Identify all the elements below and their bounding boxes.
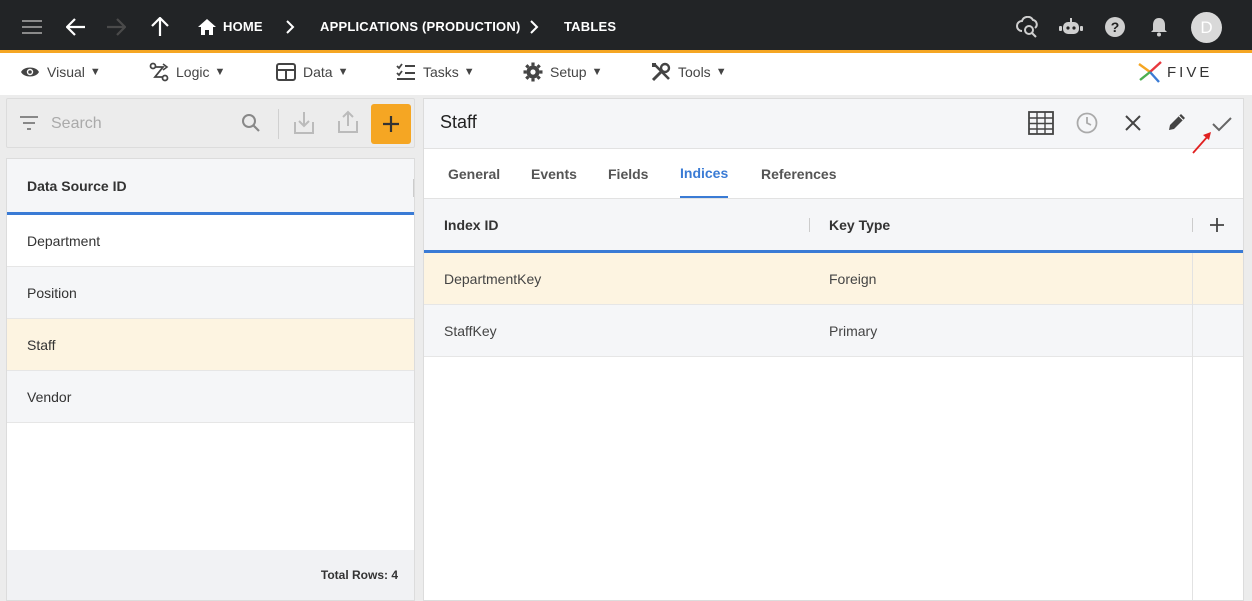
plus-icon bbox=[383, 116, 399, 132]
chevron-right-icon bbox=[285, 0, 295, 53]
column-header-key-type[interactable]: Key Type bbox=[829, 199, 890, 250]
record-tabs: General Events Fields Indices References bbox=[424, 149, 1243, 199]
total-rows: Total Rows: 4 bbox=[7, 550, 414, 600]
search-input[interactable] bbox=[51, 111, 231, 137]
record-panel: Staff General Events Fields Indices Refe… bbox=[423, 98, 1244, 601]
up-arrow-icon[interactable] bbox=[151, 0, 169, 53]
export-icon[interactable] bbox=[337, 110, 359, 134]
action-column-divider bbox=[1192, 253, 1193, 600]
menu-visual[interactable]: Visual ▼ bbox=[20, 53, 101, 91]
list-item[interactable]: Position bbox=[7, 267, 414, 319]
table-row[interactable]: DepartmentKey Foreign bbox=[424, 253, 1243, 305]
plus-icon bbox=[1210, 217, 1224, 232]
list-item[interactable]: Department bbox=[7, 215, 414, 267]
column-resize-handle[interactable] bbox=[809, 218, 810, 232]
add-index-button[interactable] bbox=[1209, 199, 1225, 250]
home-icon bbox=[198, 18, 216, 35]
svg-text:?: ? bbox=[1111, 19, 1120, 35]
tab-indices[interactable]: Indices bbox=[680, 149, 729, 198]
history-icon[interactable] bbox=[1076, 112, 1098, 134]
edit-pencil-icon[interactable] bbox=[1167, 112, 1187, 132]
five-logo: FIVE bbox=[1137, 59, 1212, 85]
grid-view-icon[interactable] bbox=[1028, 111, 1054, 135]
list-toolbar bbox=[6, 98, 415, 148]
tab-general[interactable]: General bbox=[448, 149, 500, 198]
tab-events[interactable]: Events bbox=[531, 149, 577, 198]
toolbar-divider bbox=[278, 109, 279, 139]
forward-arrow-icon[interactable] bbox=[106, 0, 126, 53]
menu-tools[interactable]: Tools ▼ bbox=[651, 53, 727, 91]
list-item[interactable]: Vendor bbox=[7, 371, 414, 423]
five-logo-mark-icon bbox=[1138, 61, 1162, 83]
add-record-button[interactable] bbox=[371, 104, 411, 144]
breadcrumb-home-label: HOME bbox=[223, 19, 263, 34]
user-avatar[interactable]: D bbox=[1191, 12, 1222, 43]
column-header-data-source-id[interactable]: Data Source ID bbox=[7, 159, 414, 215]
breadcrumb-tables[interactable]: TABLES bbox=[564, 0, 616, 53]
menu-logic[interactable]: Logic ▼ bbox=[149, 53, 225, 91]
back-arrow-icon[interactable] bbox=[66, 0, 86, 53]
record-header: Staff bbox=[424, 99, 1243, 149]
filter-icon[interactable] bbox=[19, 115, 39, 131]
table-row[interactable]: StaffKey Primary bbox=[424, 305, 1243, 357]
breadcrumb-home[interactable]: HOME bbox=[198, 0, 263, 53]
annotation-arrow-icon bbox=[1190, 128, 1216, 161]
chevron-right-icon bbox=[529, 0, 539, 53]
indices-grid-header: Index ID Key Type bbox=[424, 199, 1243, 253]
list-item-selected[interactable]: Staff bbox=[7, 319, 414, 371]
hamburger-menu-icon[interactable] bbox=[22, 0, 44, 53]
column-resize-handle[interactable] bbox=[413, 179, 414, 197]
tab-fields[interactable]: Fields bbox=[608, 149, 648, 198]
tab-references[interactable]: References bbox=[761, 149, 837, 198]
eye-icon bbox=[20, 65, 40, 79]
record-title: Staff bbox=[440, 112, 477, 132]
menu-bar: Visual ▼ Logic ▼ Data ▼ Tasks ▼ Setup ▼ Tools… bbox=[0, 53, 1252, 95]
close-icon[interactable] bbox=[1125, 115, 1141, 131]
cloud-search-icon[interactable] bbox=[1016, 0, 1040, 53]
menu-setup[interactable]: Setup ▼ bbox=[523, 53, 602, 91]
column-resize-handle[interactable] bbox=[1192, 218, 1193, 232]
data-source-list: Data Source ID Department Position Staff… bbox=[6, 158, 415, 601]
tasks-icon bbox=[396, 63, 416, 81]
breadcrumb-applications[interactable]: APPLICATIONS (PRODUCTION) bbox=[320, 0, 520, 53]
table-icon bbox=[276, 63, 296, 81]
menu-data[interactable]: Data ▼ bbox=[276, 53, 348, 91]
logic-icon bbox=[149, 62, 169, 82]
menu-tasks[interactable]: Tasks ▼ bbox=[396, 53, 475, 91]
top-bar: HOME APPLICATIONS (PRODUCTION) TABLES ? … bbox=[0, 0, 1252, 53]
bell-icon[interactable] bbox=[1150, 0, 1168, 53]
tools-icon bbox=[651, 62, 671, 82]
search-icon[interactable] bbox=[241, 113, 261, 133]
chatbot-icon[interactable] bbox=[1059, 0, 1083, 53]
gear-icon bbox=[523, 62, 543, 82]
column-header-index-id[interactable]: Index ID bbox=[444, 199, 498, 250]
import-icon[interactable] bbox=[293, 111, 315, 135]
help-icon[interactable]: ? bbox=[1104, 0, 1126, 53]
